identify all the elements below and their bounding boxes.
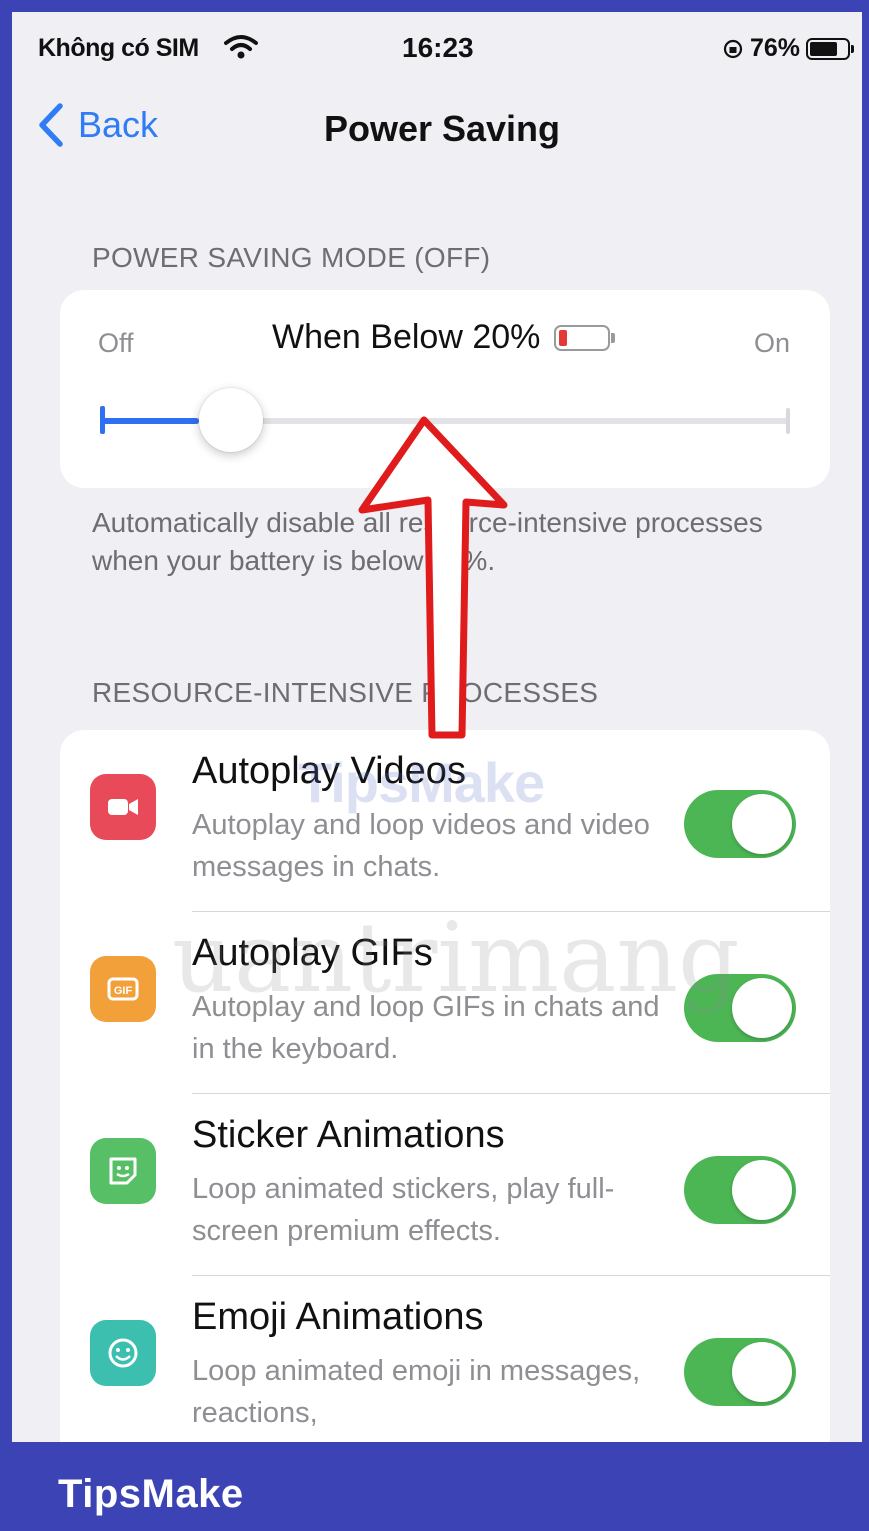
slider-min-tick <box>100 406 105 434</box>
power-saving-footnote: Automatically disable all resource-inten… <box>92 507 763 576</box>
slider-thumb[interactable] <box>199 388 263 452</box>
emoji-animations-toggle[interactable] <box>684 1338 796 1406</box>
autoplay-videos-toggle[interactable] <box>684 790 796 858</box>
slider-max-tick <box>786 408 790 434</box>
navigation-bar: Back Power Saving <box>12 92 862 162</box>
power-saving-section-header: POWER SAVING MODE (OFF) <box>92 242 491 273</box>
processes-list: Autoplay Videos Autoplay and loop videos… <box>60 730 830 1442</box>
power-saving-slider-card: Off When Below 20% On <box>60 290 830 488</box>
threshold-label: When Below 20% <box>272 318 541 356</box>
process-subtitle: Loop animated stickers, play full-screen… <box>192 1173 615 1247</box>
gif-icon: GIF <box>90 956 156 1022</box>
watermark-quantrimang: uantrimang <box>172 902 740 1014</box>
slider-on-label: On <box>753 328 790 358</box>
threshold-label-group: When Below 20% <box>272 318 616 357</box>
process-row-emoji-animations: Emoji Animations Loop animated emoji in … <box>60 1276 830 1442</box>
brand-footer: TipsMake <box>0 1442 869 1531</box>
sticker-animations-toggle[interactable] <box>684 1156 796 1224</box>
slider-off-label: Off <box>98 328 134 358</box>
page-title: Power Saving <box>323 108 561 149</box>
svg-text:GIF: GIF <box>114 985 133 997</box>
processes-section-header: RESOURCE-INTENSIVE PROCESSES <box>92 677 599 708</box>
sticker-icon <box>90 1138 156 1204</box>
status-bar: Không có SIM 16:23 76% <box>12 12 862 82</box>
emoji-icon <box>90 1320 156 1386</box>
clock: 16:23 <box>402 32 474 63</box>
carrier-label: Không có SIM <box>38 34 199 62</box>
video-camera-icon <box>90 774 156 840</box>
low-battery-icon <box>554 324 616 351</box>
process-title: Emoji Animations <box>192 1296 484 1338</box>
process-row-sticker-animations: Sticker Animations Loop animated sticker… <box>60 1094 830 1276</box>
status-right: 76% <box>722 34 854 63</box>
slider-fill <box>100 418 199 424</box>
wifi-icon <box>224 35 258 59</box>
battery-icon <box>806 37 854 60</box>
process-title: Sticker Animations <box>192 1114 505 1156</box>
process-subtitle: Autoplay and loop videos and video messa… <box>192 809 650 883</box>
orientation-lock-icon <box>723 39 743 58</box>
watermark-tipsmake: TipsMake <box>298 751 545 814</box>
brand-logo-text: TipsMake <box>58 1472 244 1516</box>
battery-percent: 76% <box>749 34 800 62</box>
process-subtitle: Loop animated emoji in messages, reactio… <box>192 1355 641 1429</box>
phone-screen: Không có SIM 16:23 76% Back Power Saving… <box>12 12 862 1442</box>
